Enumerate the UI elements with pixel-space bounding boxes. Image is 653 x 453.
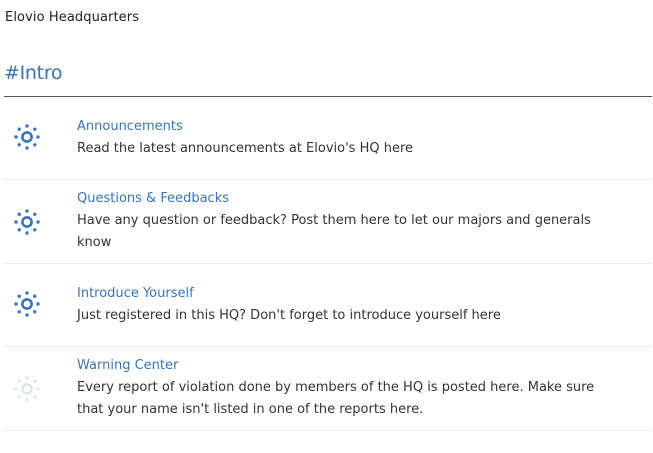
forum-description: Every report of violation done by member… [77,380,595,417]
forum-description: Have any question or feedback? Post them… [77,213,591,250]
forum-status-icon [14,209,40,235]
forum-list: Announcements Read the latest announceme… [0,97,653,431]
forum-row-warning-center: Warning Center Every report of violation… [4,347,652,431]
forum-link-introduce-yourself[interactable]: Introduce Yourself [77,286,194,301]
forum-row-announcements: Announcements Read the latest announceme… [4,97,652,180]
forum-description: Read the latest announcements at Elovio'… [77,141,414,156]
forum-link-warning-center[interactable]: Warning Center [77,358,178,373]
forum-link-questions-feedbacks[interactable]: Questions & Feedbacks [77,191,229,206]
section-title: #Intro [4,62,63,84]
forum-status-icon [14,291,40,317]
forum-link-announcements[interactable]: Announcements [77,119,183,134]
forum-status-icon [14,376,40,402]
forum-description: Just registered in this HQ? Don't forget… [77,308,501,323]
forum-row-introduce-yourself: Introduce Yourself Just registered in th… [4,264,652,347]
forum-status-icon [14,124,40,150]
site-title: Elovio Headquarters [5,10,140,25]
forum-row-questions-feedbacks: Questions & Feedbacks Have any question … [4,180,652,264]
